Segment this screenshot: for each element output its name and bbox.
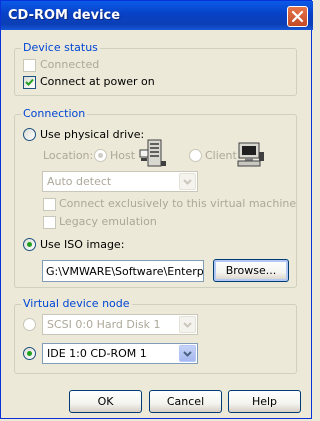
help-button-label: Help [251,395,278,408]
use-physical-drive-radio[interactable] [23,128,36,141]
device-status-label: Device status [21,41,100,54]
close-button[interactable] [287,6,308,27]
title-bar[interactable]: CD-ROM device [1,1,313,30]
chevron-down-icon [183,322,192,328]
iso-path-value: G:\VMWARE\Software\Enterpri [46,265,204,278]
help-button[interactable]: Help [228,390,301,413]
cancel-button-label: Cancel [166,395,205,408]
device-status-group [14,48,297,96]
connect-exclusively-checkbox[interactable] [43,198,56,211]
chevron-down-icon [183,351,192,357]
browse-button[interactable]: Browse... [213,259,289,282]
ide-select-button[interactable] [179,345,196,362]
physical-drive-select[interactable]: Auto detect [42,171,198,192]
scsi-select-button[interactable] [179,316,196,333]
scsi-radio[interactable] [23,318,36,331]
cancel-button[interactable]: Cancel [149,390,222,413]
cd-rom-device-dialog: CD-ROM device Device status Connected Co… [0,0,313,419]
location-label: Location: [43,149,94,162]
virtual-device-node-label: Virtual device node [21,297,132,310]
browse-button-label: Browse... [225,264,277,277]
ok-button-label: OK [97,395,114,408]
physical-drive-select-button[interactable] [179,173,196,190]
scsi-select[interactable]: SCSI 0:0 Hard Disk 1 [42,314,198,335]
host-label: Host [110,149,136,162]
ide-select[interactable]: IDE 1:0 CD-ROM 1 [42,343,198,364]
connect-exclusively-label: Connect exclusively to this virtual mach… [59,197,297,210]
connected-label: Connected [40,58,100,71]
ide-select-value: IDE 1:0 CD-ROM 1 [47,347,147,360]
client-label: Client [205,149,237,162]
client-computer-icon [237,142,264,167]
connected-checkbox[interactable] [23,59,36,72]
legacy-emulation-checkbox[interactable] [43,216,56,229]
use-iso-image-label: Use ISO image: [40,238,125,251]
scsi-select-value: SCSI 0:0 Hard Disk 1 [47,318,161,331]
use-physical-drive-label: Use physical drive: [40,128,145,141]
physical-drive-select-value: Auto detect [47,175,112,188]
chevron-down-icon [183,179,192,185]
window-title: CD-ROM device [8,8,121,23]
connection-label: Connection [21,107,88,120]
iso-path-input[interactable]: G:\VMWARE\Software\Enterpri [42,260,204,282]
connect-at-power-on-checkbox[interactable] [23,76,36,89]
host-radio[interactable] [94,149,107,162]
client-radio[interactable] [189,149,202,162]
close-icon [291,10,304,23]
legacy-emulation-label: Legacy emulation [59,215,157,228]
use-iso-image-radio[interactable] [23,238,36,251]
host-computer-icon [139,139,166,167]
checkmark-icon [25,78,34,86]
connect-at-power-on-label: Connect at power on [40,75,155,88]
ide-radio[interactable] [23,347,36,360]
ok-button[interactable]: OK [69,390,142,413]
